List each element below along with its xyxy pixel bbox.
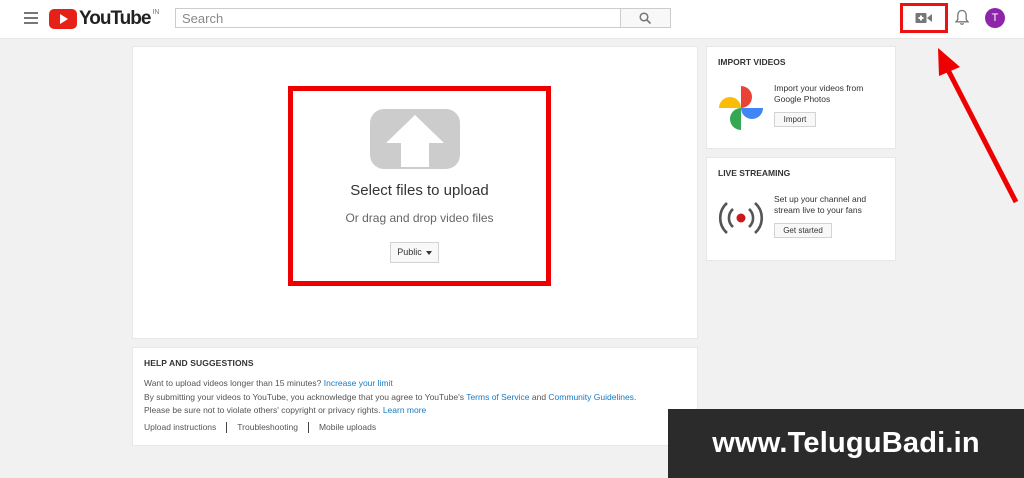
youtube-play-icon [49,9,77,29]
terms-of-service-link[interactable]: Terms of Service [466,392,529,402]
select-files-label[interactable]: Select files to upload [292,182,547,199]
bell-icon[interactable] [955,9,969,26]
help-line-3: Please be sure not to violate others' co… [144,405,426,415]
search-input[interactable] [176,9,618,27]
help-links: Upload instructions Troubleshooting Mobile… [144,422,376,434]
search-button[interactable] [620,8,671,28]
search-box [175,8,621,28]
live-broadcast-icon [718,202,764,234]
import-videos-title: IMPORT VIDEOS [718,57,786,67]
mobile-uploads-link[interactable]: Mobile uploads [319,422,376,432]
help-line-1-text: Want to upload videos longer than 15 min… [144,378,322,388]
search-icon [639,12,652,25]
help-line-3-text: Please be sure not to violate others' co… [144,405,381,415]
avatar[interactable]: T [985,8,1005,28]
upload-arrow-icon[interactable] [370,109,460,169]
video-camera-plus-icon [915,13,932,23]
increase-limit-link[interactable]: Increase your limit [324,378,393,388]
help-line-2-text: By submitting your videos to YouTube, yo… [144,392,464,402]
community-guidelines-link[interactable]: Community Guidelines [548,392,634,402]
watermark: www.TeluguBadi.in [668,409,1024,478]
get-started-button[interactable]: Get started [774,223,832,238]
red-arrow-annotation [938,48,1019,204]
google-photos-icon [719,86,763,130]
logo-country-code: IN [152,9,160,16]
import-videos-description: Import your videos from Google Photos [774,83,864,104]
help-title: HELP AND SUGGESTIONS [144,358,254,368]
hamburger-menu-icon[interactable] [24,12,38,24]
logo-text: YouTube [79,8,151,29]
help-line-2-and: and [531,392,547,402]
youtube-logo[interactable]: YouTube IN [49,9,159,29]
help-line-2: By submitting your videos to YouTube, yo… [144,392,636,402]
live-streaming-title: LIVE STREAMING [718,168,791,178]
privacy-dropdown[interactable]: Public [390,242,439,263]
learn-more-link[interactable]: Learn more [383,405,426,415]
top-bar: YouTube IN T [0,0,1024,39]
divider [226,422,228,434]
help-line-1: Want to upload videos longer than 15 min… [144,378,393,388]
troubleshooting-link[interactable]: Troubleshooting [237,422,298,432]
import-button[interactable]: Import [774,112,816,127]
divider [307,422,309,434]
live-streaming-description: Set up your channel and stream live to y… [774,194,867,215]
privacy-selected-value: Public [397,247,422,257]
help-line-2-period: . [633,392,637,402]
drag-drop-hint: Or drag and drop video files [345,211,494,225]
upload-video-button[interactable] [900,3,948,33]
upload-instructions-link[interactable]: Upload instructions [144,422,216,432]
caret-down-icon [425,250,432,255]
